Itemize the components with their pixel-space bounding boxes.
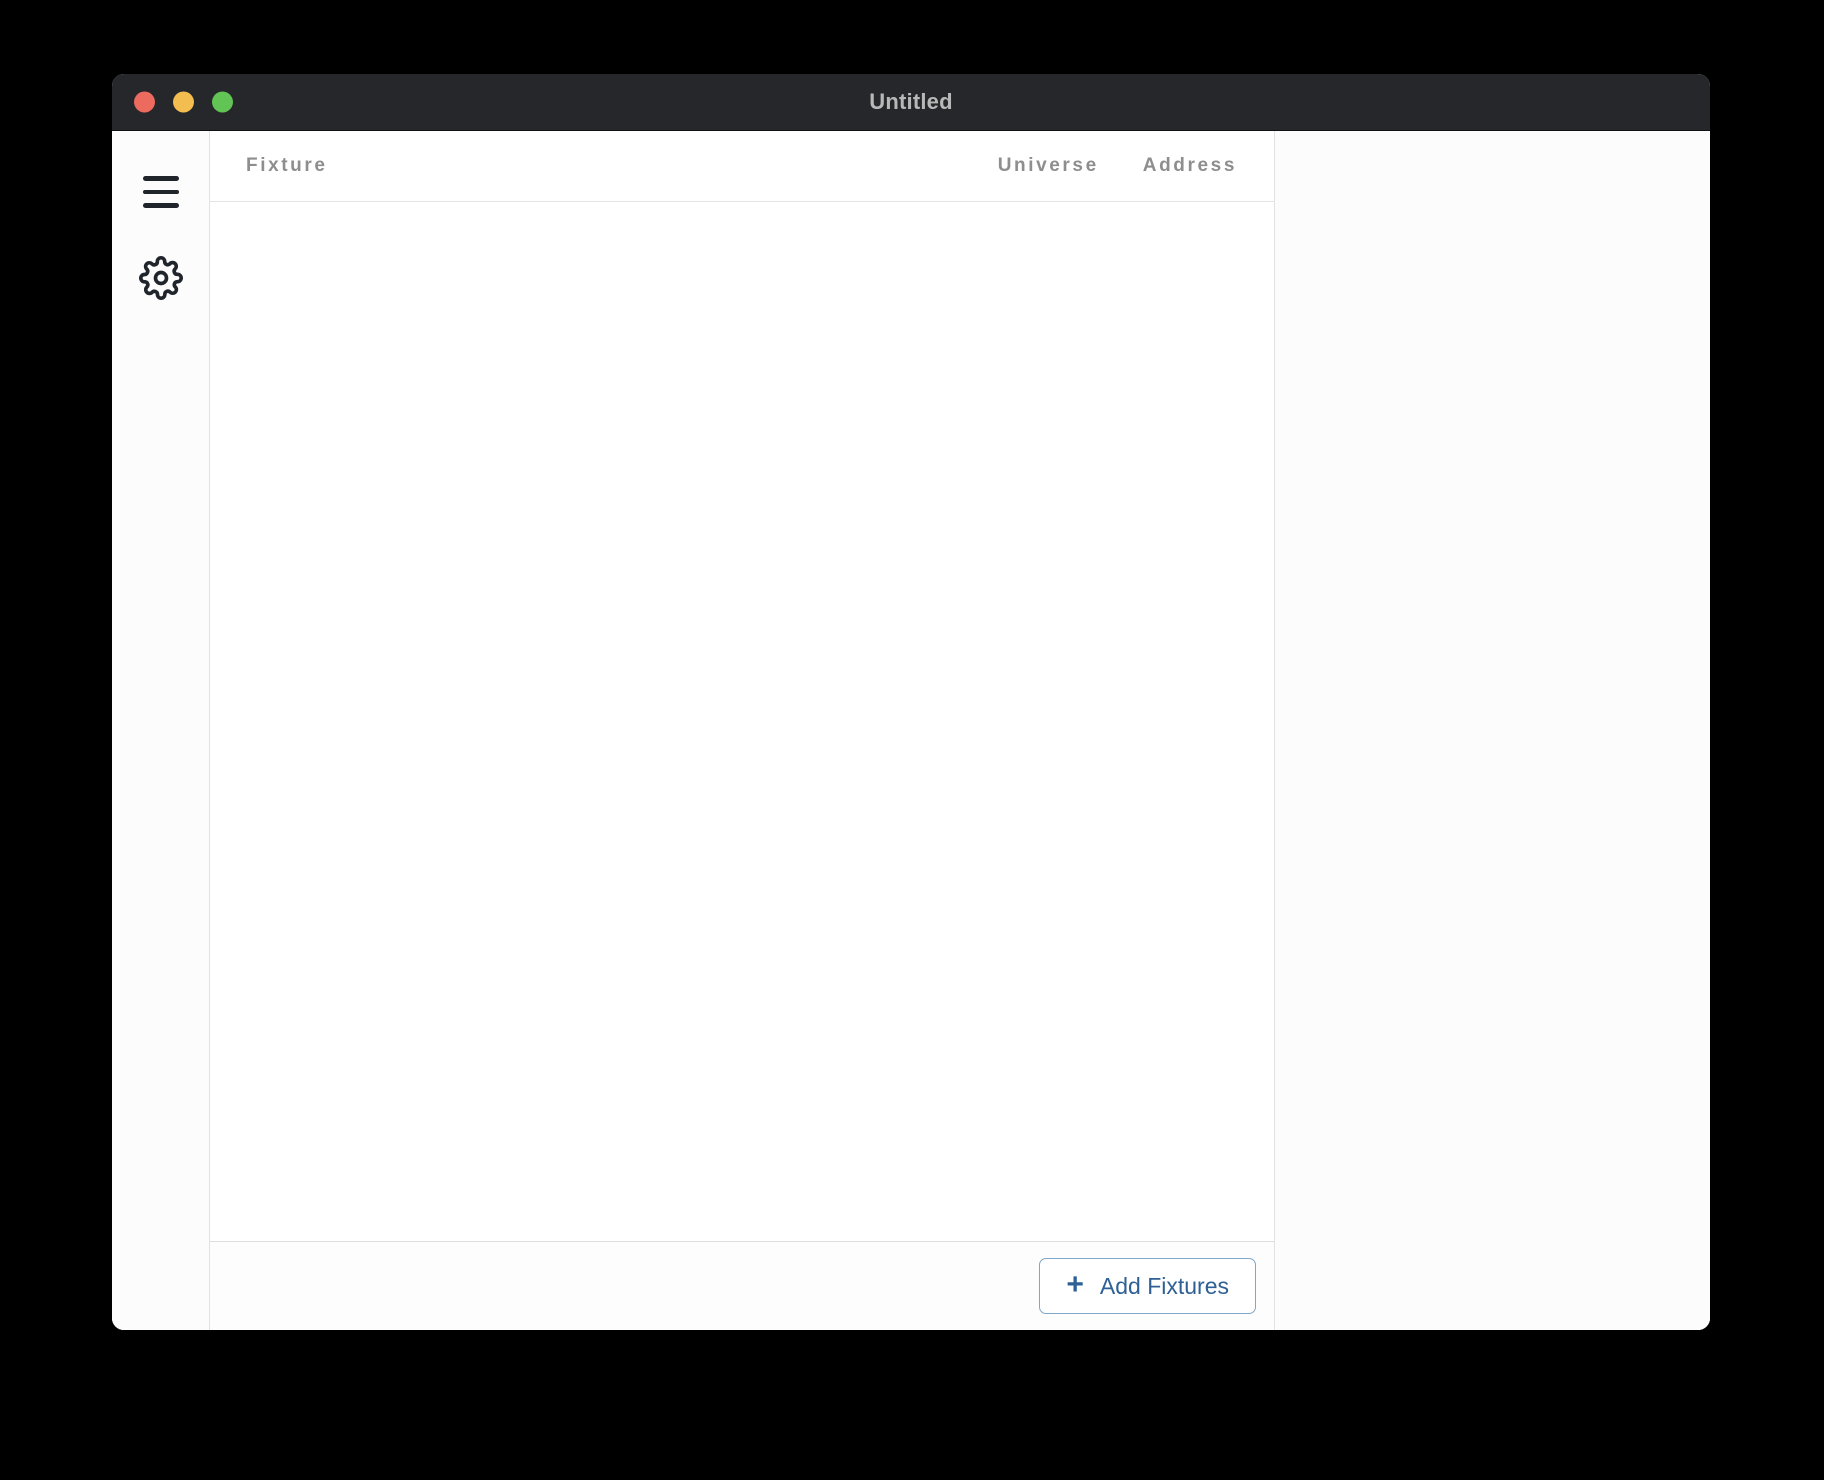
column-header-fixture[interactable]: Fixture: [210, 155, 998, 177]
plus-icon: +: [1066, 1268, 1084, 1301]
title-bar: Untitled: [112, 74, 1710, 131]
fixture-table-body[interactable]: [210, 202, 1274, 1242]
column-header-universe[interactable]: Universe: [998, 155, 1143, 177]
sidebar-item-menu[interactable]: [132, 163, 190, 221]
add-fixtures-label: Add Fixtures: [1099, 1272, 1229, 1299]
window-body: Fixture Universe Address + Add Fixtures: [112, 131, 1710, 1330]
minimize-window-button[interactable]: [173, 91, 194, 113]
add-fixtures-button[interactable]: + Add Fixtures: [1039, 1258, 1256, 1314]
fixture-panel: Fixture Universe Address + Add Fixtures: [210, 131, 1275, 1330]
fixture-panel-footer: + Add Fixtures: [210, 1242, 1274, 1330]
column-header-address[interactable]: Address: [1143, 155, 1274, 177]
close-window-button[interactable]: [134, 91, 155, 113]
app-window: Untitled Fixture Universe Address + Add …: [112, 74, 1710, 1330]
window-title: Untitled: [869, 89, 953, 114]
hamburger-menu-icon: [142, 176, 179, 208]
inspector-panel[interactable]: [1275, 131, 1710, 1330]
sidebar-item-settings[interactable]: [132, 251, 190, 309]
sidebar-rail: [112, 131, 210, 1330]
gear-icon: [138, 255, 183, 305]
window-controls: [134, 91, 233, 113]
fixture-table-header: Fixture Universe Address: [210, 131, 1274, 202]
desktop-background: Untitled Fixture Universe Address + Add …: [0, 0, 1824, 1480]
maximize-window-button[interactable]: [212, 91, 233, 113]
